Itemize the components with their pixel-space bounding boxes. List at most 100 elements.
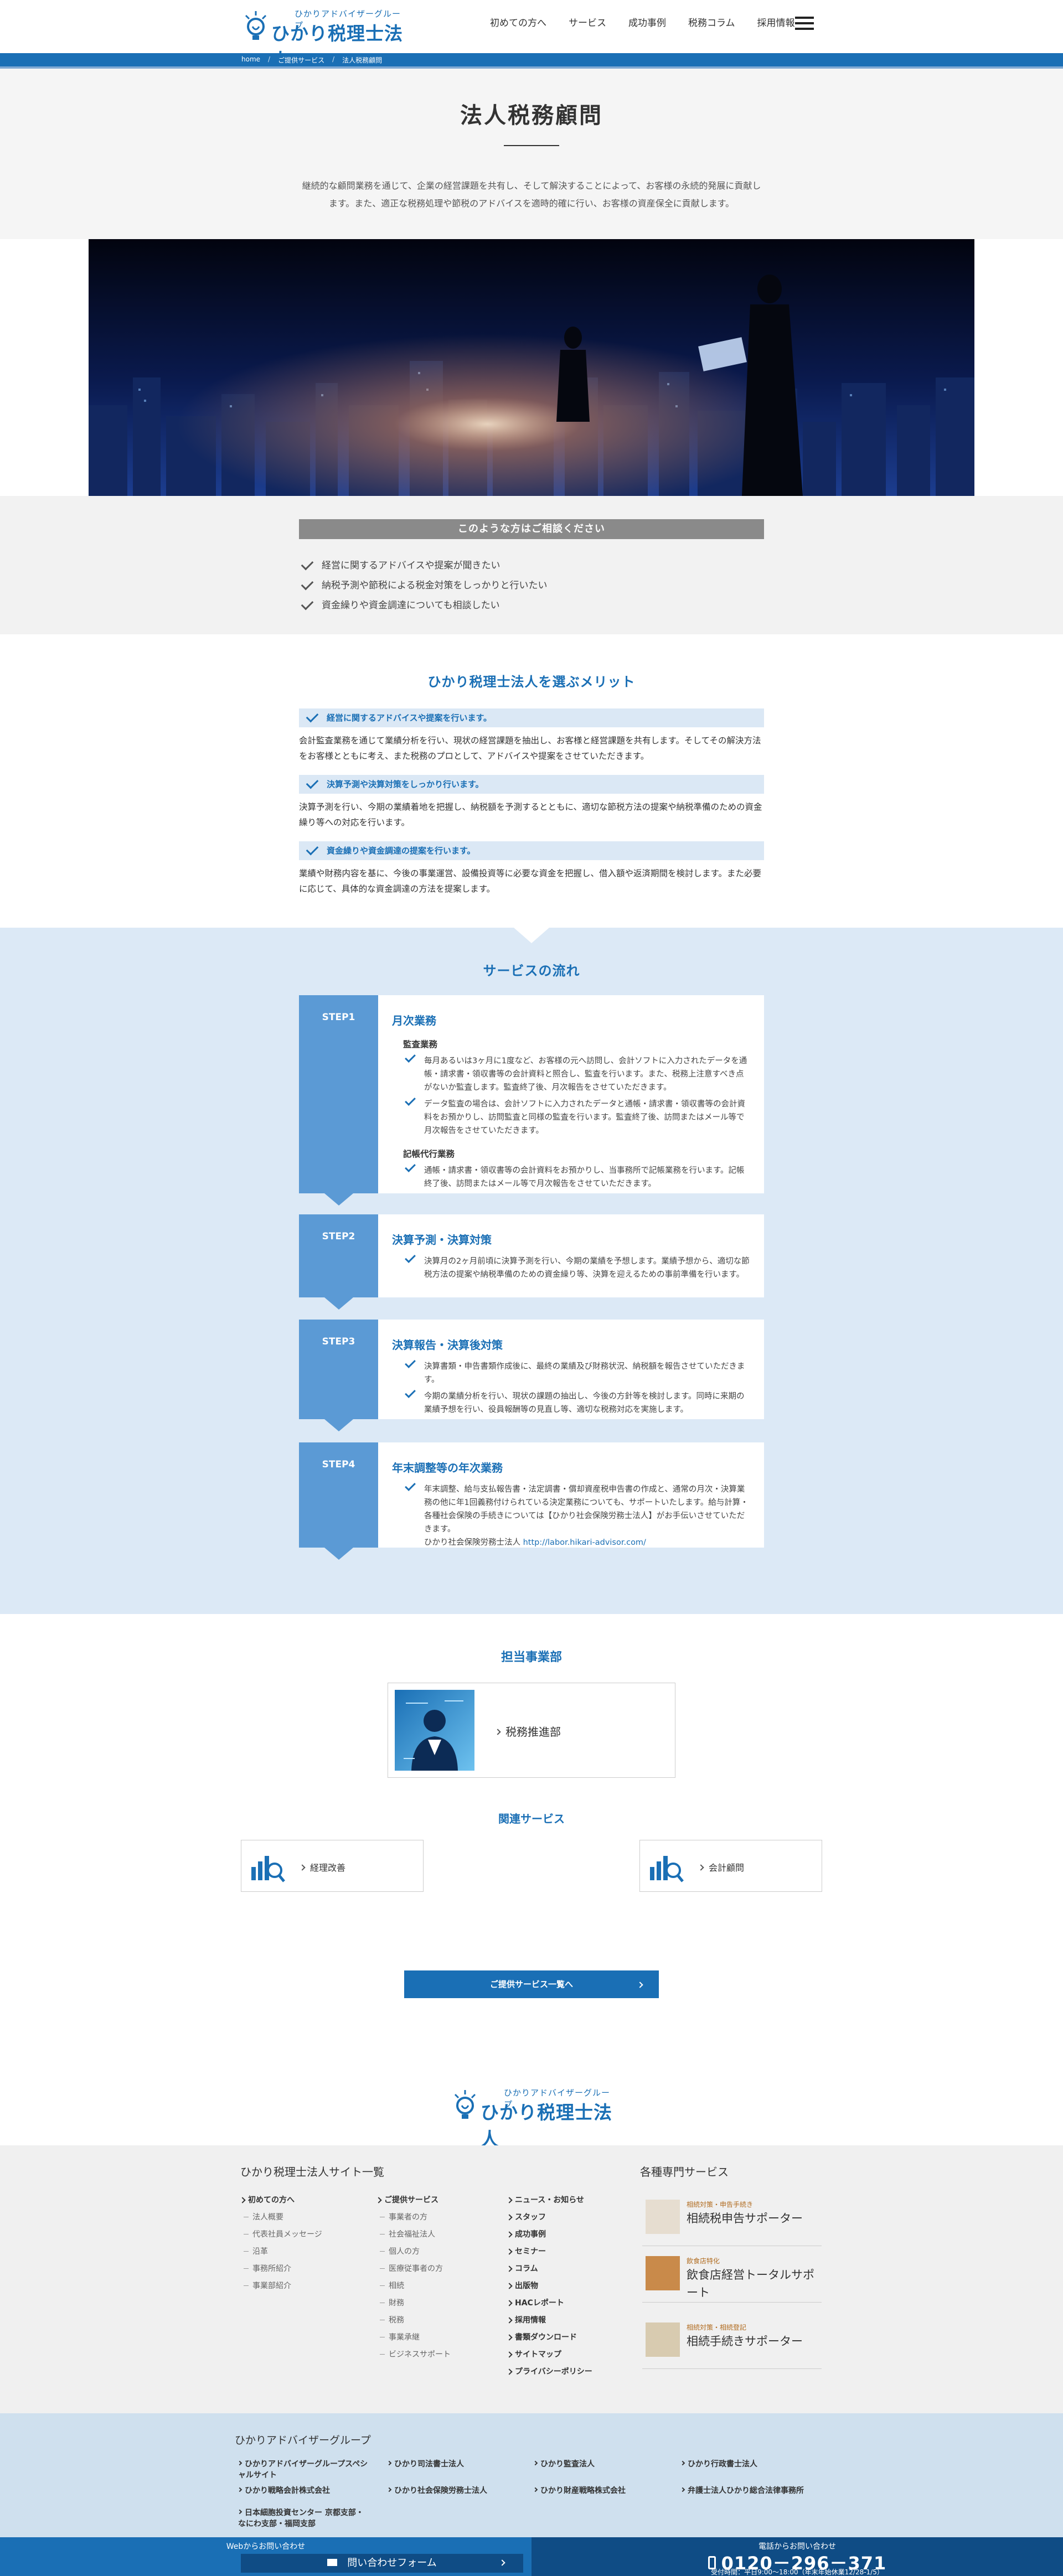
group-link[interactable]: ひかり司法書士法人 [386, 2459, 464, 2470]
labor-site-link[interactable]: http://labor.hikari-advisor.com/ [523, 1538, 646, 1547]
section-pointer [514, 928, 549, 943]
menu-icon[interactable] [795, 13, 815, 34]
footer-link[interactable]: 書類ダウンロード [507, 2329, 592, 2346]
group-link[interactable]: 日本細胞投資センター 京都支部・なにわ支部・福岡支部 [237, 2507, 371, 2530]
footer-link[interactable]: ビジネスサポート [376, 2346, 451, 2363]
step-item: 毎月あるいは3ヶ月に1度など、お客様の元へ訪問し、会計ソフトに入力されたデータを… [392, 1052, 752, 1094]
pro-service-tag: 相続対策・申告手続き [687, 2201, 754, 2208]
chevron-right-icon [237, 2509, 242, 2515]
footer-logo[interactable]: ひかりアドバイザーグループ ひかり税理士法人 [453, 2087, 613, 2150]
group-link[interactable]: ひかり社会保険労務士法人 [386, 2485, 487, 2496]
department-card[interactable]: 税務推進部 [388, 1683, 675, 1778]
footer-link[interactable]: プライバシーポリシー [507, 2363, 592, 2381]
step-title: 年末調整等の年次業務 [392, 1461, 503, 1475]
footer-link[interactable]: 法人概要 [240, 2209, 322, 2226]
group-link[interactable]: ひかり監査法人 [533, 2459, 595, 2470]
pro-service-card[interactable]: 相続対策・相続登記 相続手続きサポーター [642, 2315, 822, 2369]
nav-first-time[interactable]: 初めての方へ [490, 17, 559, 30]
chart-magnifier-icon [650, 1856, 684, 1882]
footer-link[interactable]: 税務 [376, 2312, 451, 2329]
footer-link[interactable]: 採用情報 [507, 2312, 592, 2329]
check-icon [306, 776, 319, 789]
footer-link[interactable]: HACレポート [507, 2295, 592, 2312]
footer-link[interactable]: 相続 [376, 2278, 451, 2295]
pro-service-name: 飲食店経営トータルサポート [687, 2268, 814, 2299]
flow-step: STEP3 決算報告・決算後対策 決算書類・申告書類作成後に、最終の業績及び財務… [299, 1320, 764, 1431]
footer-column-about: 初めての方へ 法人概要 代表社員メッセージ 沿革 事務所紹介 事業部紹介 [240, 2192, 322, 2295]
chevron-right-icon [386, 2487, 392, 2492]
footer-link[interactable]: 個人の方 [376, 2243, 451, 2261]
flow-step: STEP4 年末調整等の年次業務 年末調整、給与支払報告書・法定調書・償却資産税… [299, 1442, 764, 1560]
nav-services[interactable]: サービス [569, 17, 618, 30]
step-item: 通帳・請求書・領収書等の会計資料をお預かりし、当事務所で記帳業務を行います。記帳… [392, 1161, 752, 1191]
footer-link[interactable]: 社会福祉法人 [376, 2226, 451, 2243]
footer-link[interactable]: 医療従事者の方 [376, 2261, 451, 2278]
breadcrumb-services[interactable]: ご提供サービス [278, 55, 324, 65]
chevron-right-icon [533, 2460, 538, 2466]
page-hero: 法人税務顧問 継続的な顧問業務を通じて、企業の経営課題を共有し、そして解決するこ… [0, 69, 1063, 239]
group-link[interactable]: ひかり財産戦略株式会社 [533, 2485, 626, 2496]
related-services-title: 関連サービス [498, 1812, 565, 1825]
pro-service-card[interactable]: 相続対策・申告手続き 相続税申告サポーター [642, 2192, 822, 2246]
footer-link[interactable]: 事業部紹介 [240, 2278, 322, 2295]
footer-link[interactable]: ニュース・お知らせ [507, 2192, 592, 2209]
contact-form-button[interactable]: 問い合わせフォーム [241, 2554, 523, 2573]
pro-service-card[interactable]: 飲食店特化 飲食店経営トータルサポート [642, 2248, 822, 2303]
footer-column-services: ご提供サービス 事業者の方 社会福祉法人 個人の方 医療従事者の方 相続 財務 … [376, 2192, 451, 2363]
footer-link[interactable]: 沿革 [240, 2243, 322, 2261]
pro-service-tag: 相続対策・相続登記 [687, 2324, 747, 2331]
site-logo[interactable]: ひかりアドバイザーグループ ひかり税理士法人 [244, 8, 404, 71]
consult-list: 経営に関するアドバイスや提案が聞きたい 納税予測や節税による税金対策をしっかりと… [301, 556, 548, 615]
footer-link[interactable]: 成功事例 [507, 2226, 592, 2243]
footer-column-info: ニュース・お知らせ スタッフ 成功事例 セミナー コラム 出版物 HACレポート… [507, 2192, 592, 2381]
pro-services-title: 各種専門サービス [640, 2165, 729, 2179]
merit-item: 資金繰りや資金調達の提案を行います。 業績や財務内容を基に、今後の事業運営、設備… [299, 841, 764, 897]
step-item: 今期の業績分析を行い、現状の課題の抽出し、今後の方針等を検討します。同時に来期の… [392, 1387, 752, 1416]
group-link[interactable]: ひかりアドバイザーグループスペシャルサイト [237, 2459, 371, 2481]
footer-link[interactable]: コラム [507, 2261, 592, 2278]
related-service-card[interactable]: 会計顧問 [639, 1840, 822, 1892]
service-list-button[interactable]: ご提供サービス一覧へ [404, 1970, 659, 1998]
step-title: 決算予測・決算対策 [392, 1233, 492, 1246]
step-body: 年末調整等の年次業務 年末調整、給与支払報告書・法定調書・償却資産税申告書の作成… [392, 1442, 752, 1553]
footer-link[interactable]: 財務 [376, 2295, 451, 2312]
nav-success-cases[interactable]: 成功事例 [628, 17, 678, 30]
step-body: 月次業務 監査業務 毎月あるいは3ヶ月に1度など、お客様の元へ訪問し、会計ソフト… [392, 995, 752, 1194]
footer-link[interactable]: 初めての方へ [240, 2192, 322, 2209]
group-link[interactable]: 弁護士法人ひかり総合法律事務所 [680, 2485, 804, 2496]
step-item: データ監査の場合は、会計ソフトに入力されたデータと通帳・請求書・領収書等の会計資… [392, 1095, 752, 1137]
check-icon [301, 557, 314, 571]
footer-link[interactable]: ご提供サービス [376, 2192, 451, 2209]
step-item: 決算月の2ヶ月前頃に決算予測を行い、今期の業績を予想します。業績予想から、適切な… [392, 1252, 752, 1281]
web-contact: Webからお問い合わせ 問い合わせフォーム [0, 2537, 532, 2576]
footer-link[interactable]: スタッフ [507, 2209, 592, 2226]
footer-link[interactable]: 事業者の方 [376, 2209, 451, 2226]
nav-tax-column[interactable]: 税務コラム [688, 17, 747, 30]
service-flow-section: サービスの流れ STEP1 月次業務 監査業務 毎月あるいは3ヶ月に1度など、お… [0, 928, 1063, 1614]
page-title: 法人税務顧問 [460, 102, 603, 128]
breadcrumb-home[interactable]: home [241, 55, 260, 65]
footer-link[interactable]: 事務所紹介 [240, 2261, 322, 2278]
list-item: 納税予測や節税による税金対策をしっかりと行いたい [301, 576, 548, 596]
group-link[interactable]: ひかり行政書士法人 [680, 2459, 757, 2470]
check-icon [405, 1387, 416, 1398]
check-icon [306, 710, 319, 723]
chevron-right-icon [680, 2487, 685, 2492]
check-icon [405, 1161, 416, 1172]
step-item: 決算書類・申告書類作成後に、最終の業績及び財務状況、納税額を報告させていただきま… [392, 1357, 752, 1387]
footer-link[interactable]: 事業承継 [376, 2329, 451, 2346]
footer-link[interactable]: サイトマップ [507, 2346, 592, 2363]
department-name: 税務推進部 [494, 1723, 561, 1739]
check-icon [405, 1052, 416, 1063]
merit-heading: 資金繰りや資金調達の提案を行います。 [299, 841, 764, 860]
footer-link[interactable]: 出版物 [507, 2278, 592, 2295]
related-service-card[interactable]: 経理改善 [241, 1840, 424, 1892]
footer-link[interactable]: 代表社員メッセージ [240, 2226, 322, 2243]
chevron-right-icon [533, 2487, 538, 2492]
step-subtitle: 監査業務 [403, 1039, 438, 1049]
group-link[interactable]: ひかり戦略会計株式会社 [237, 2485, 330, 2496]
breadcrumb-bar: home / ご提供サービス / 法人税務顧問 [0, 53, 1063, 66]
consult-section: このような方はご相談ください 経営に関するアドバイスや提案が聞きたい 納税予測や… [0, 496, 1063, 650]
footer-link[interactable]: セミナー [507, 2243, 592, 2261]
title-underline [504, 145, 559, 146]
